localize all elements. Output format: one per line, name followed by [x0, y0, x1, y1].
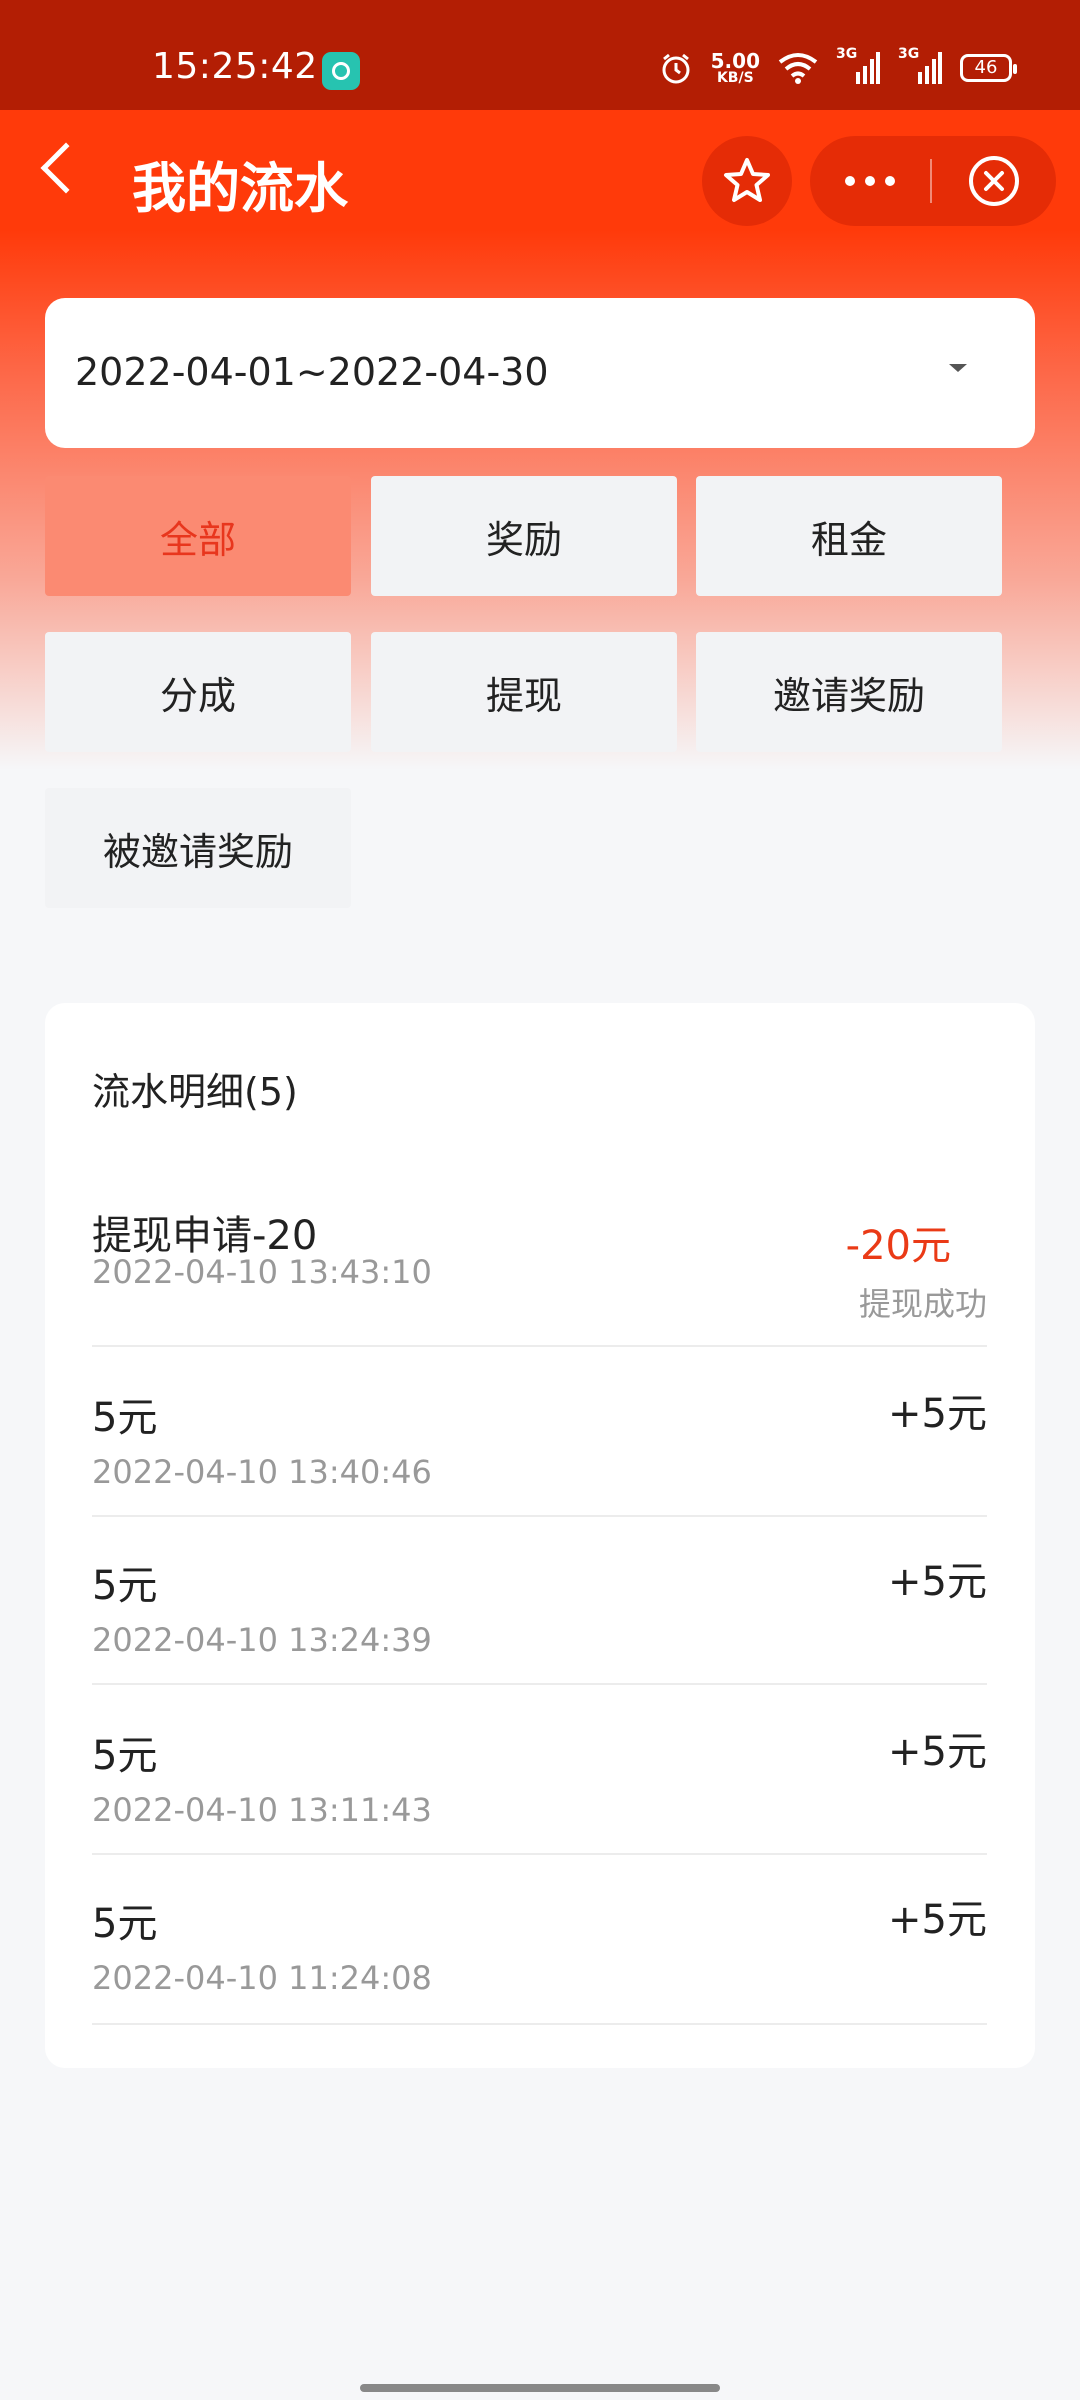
- item-amount: +5元: [888, 1729, 987, 1775]
- item-amount: -20元: [845, 1223, 951, 1269]
- item-time: 2022-04-10 11:24:08: [92, 1959, 432, 1997]
- item-status: 提现成功: [858, 1285, 987, 1323]
- item-title: 5元: [92, 1901, 158, 1947]
- list-item[interactable]: 5元 2022-04-10 13:24:39 +5元: [92, 1515, 987, 1685]
- date-range-value: 2022-04-01~2022-04-30: [75, 350, 549, 394]
- signal-type-2: 3G: [898, 46, 920, 62]
- item-title: 5元: [92, 1733, 158, 1779]
- filter-label: 被邀请奖励: [102, 829, 293, 874]
- close-circle-icon: [969, 156, 1019, 206]
- alarm-icon: [662, 53, 690, 84]
- wifi-icon: [778, 53, 818, 84]
- cell-signal-2: 3G: [898, 46, 942, 84]
- more-dot-icon: [885, 176, 895, 186]
- item-time: 2022-04-10 13:24:39: [92, 1621, 432, 1659]
- mini-program-capsule: [810, 136, 1056, 226]
- chevron-down-icon: [949, 364, 967, 372]
- list-item[interactable]: 提现申请-20 2022-04-10 13:43:10 -20元 提现成功: [92, 1193, 987, 1347]
- more-dot-icon: [845, 176, 855, 186]
- transaction-list-card: 流水明细(5) 提现申请-20 2022-04-10 13:43:10 -20元…: [45, 1003, 1035, 2068]
- date-range-picker[interactable]: 2022-04-01~2022-04-30: [45, 298, 1035, 448]
- filter-reward[interactable]: 奖励: [371, 476, 677, 596]
- cell-signal-1: 3G: [836, 46, 880, 84]
- status-indicators: 5.00 KB/S 3G 3G 46: [659, 46, 1017, 88]
- battery-indicator: 46: [960, 54, 1017, 82]
- net-speed-unit: KB/S: [716, 70, 754, 86]
- filter-label: 全部: [159, 517, 236, 562]
- more-button[interactable]: [810, 136, 930, 226]
- filter-label: 提现: [485, 673, 562, 718]
- favorite-button[interactable]: [702, 136, 792, 226]
- filter-label: 租金: [810, 517, 887, 562]
- item-time: 2022-04-10 13:11:43: [92, 1791, 432, 1829]
- list-item[interactable]: 5元 2022-04-10 11:24:08 +5元: [92, 1853, 987, 2025]
- filter-label: 分成: [159, 673, 236, 718]
- page-title: 我的流水: [132, 157, 348, 220]
- filter-label: 奖励: [485, 517, 562, 562]
- list-item[interactable]: 5元 2022-04-10 13:11:43 +5元: [92, 1683, 987, 1855]
- filter-all[interactable]: 全部: [45, 476, 351, 596]
- filter-invite-reward[interactable]: 邀请奖励: [696, 632, 1002, 752]
- list-title: 流水明细(5): [92, 1070, 298, 1114]
- signal-type-1: 3G: [836, 46, 858, 62]
- filter-commission[interactable]: 分成: [45, 632, 351, 752]
- item-time: 2022-04-10 13:40:46: [92, 1453, 432, 1491]
- item-title: 5元: [92, 1395, 158, 1441]
- list-item[interactable]: 5元 2022-04-10 13:40:46 +5元: [92, 1345, 987, 1517]
- filter-withdraw[interactable]: 提现: [371, 632, 677, 752]
- close-button[interactable]: [932, 154, 1056, 208]
- item-time: 2022-04-10 13:43:10: [92, 1253, 432, 1291]
- app-notification-icon: [322, 52, 360, 90]
- item-amount: +5元: [888, 1391, 987, 1437]
- filter-label: 邀请奖励: [772, 673, 925, 718]
- filter-rent[interactable]: 租金: [696, 476, 1002, 596]
- status-bar: 15:25:42 5.00 KB/S 3G 3G 46: [0, 0, 1080, 110]
- net-speed: 5.00 KB/S: [711, 51, 760, 85]
- item-amount: +5元: [888, 1559, 987, 1605]
- item-amount: +5元: [888, 1897, 987, 1943]
- more-dot-icon: [865, 176, 875, 186]
- filter-invited-reward[interactable]: 被邀请奖励: [45, 788, 351, 908]
- item-title: 5元: [92, 1563, 158, 1609]
- status-time: 15:25:42: [152, 46, 318, 87]
- star-icon: [724, 158, 770, 202]
- home-indicator[interactable]: [360, 2384, 720, 2392]
